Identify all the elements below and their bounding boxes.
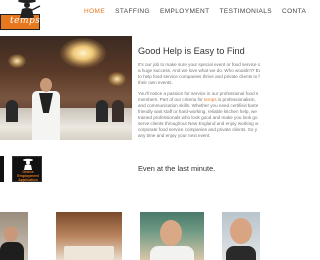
main-nav: HOME STAFFING EMPLOYMENT TESTIMONIALS CO… bbox=[84, 8, 316, 15]
nav-staffing[interactable]: STAFFING bbox=[115, 8, 150, 15]
logo[interactable]: temps bbox=[0, 0, 41, 30]
intro-content: Good Help is Easy to Find It's our job t… bbox=[138, 46, 268, 139]
text-line: any time and enjoy your next event. bbox=[138, 133, 211, 138]
side-badge[interactable] bbox=[0, 156, 4, 182]
hero-photo bbox=[0, 36, 132, 140]
guest-figure bbox=[96, 100, 108, 122]
shirt bbox=[0, 242, 24, 260]
intro-paragraph: It's our job to make sure your special e… bbox=[138, 62, 260, 86]
logo-text: temps bbox=[10, 16, 41, 26]
ambient-light bbox=[108, 72, 126, 86]
chandelier-light bbox=[60, 38, 106, 68]
service-paragraph: You'll notice a passion for service in o… bbox=[138, 91, 260, 139]
employment-application-badge[interactable]: Online Employment Application bbox=[12, 156, 42, 182]
face bbox=[230, 218, 252, 244]
page-heading: Good Help is Easy to Find bbox=[138, 46, 245, 56]
waiter-head bbox=[40, 78, 52, 92]
face bbox=[4, 226, 18, 242]
guest-figure bbox=[6, 100, 18, 122]
subheading: Even at the last minute. bbox=[138, 164, 216, 173]
ambient-light bbox=[8, 54, 26, 68]
staff-photo bbox=[0, 212, 28, 260]
face bbox=[160, 220, 182, 246]
shirt bbox=[150, 246, 194, 260]
temps-link[interactable]: temps bbox=[204, 97, 217, 102]
nav-contact[interactable]: CONTA bbox=[282, 8, 306, 15]
application-label: Online Employment Application bbox=[17, 170, 39, 182]
waiter-icon bbox=[23, 158, 33, 170]
staff-photo bbox=[56, 212, 122, 260]
text-fragment: members. Part of our criteria for bbox=[138, 97, 205, 102]
nav-home[interactable]: HOME bbox=[84, 8, 105, 15]
staff-photo bbox=[222, 212, 260, 260]
shirt bbox=[226, 246, 256, 260]
food-tray bbox=[64, 246, 114, 260]
nav-employment[interactable]: EMPLOYMENT bbox=[160, 8, 210, 15]
staff-photo bbox=[140, 212, 204, 260]
nav-testimonials[interactable]: TESTIMONIALS bbox=[219, 8, 271, 15]
text-fragment: is professionalism, bbox=[216, 97, 256, 102]
waiter-figure bbox=[30, 78, 62, 140]
guest-figure bbox=[112, 100, 124, 122]
